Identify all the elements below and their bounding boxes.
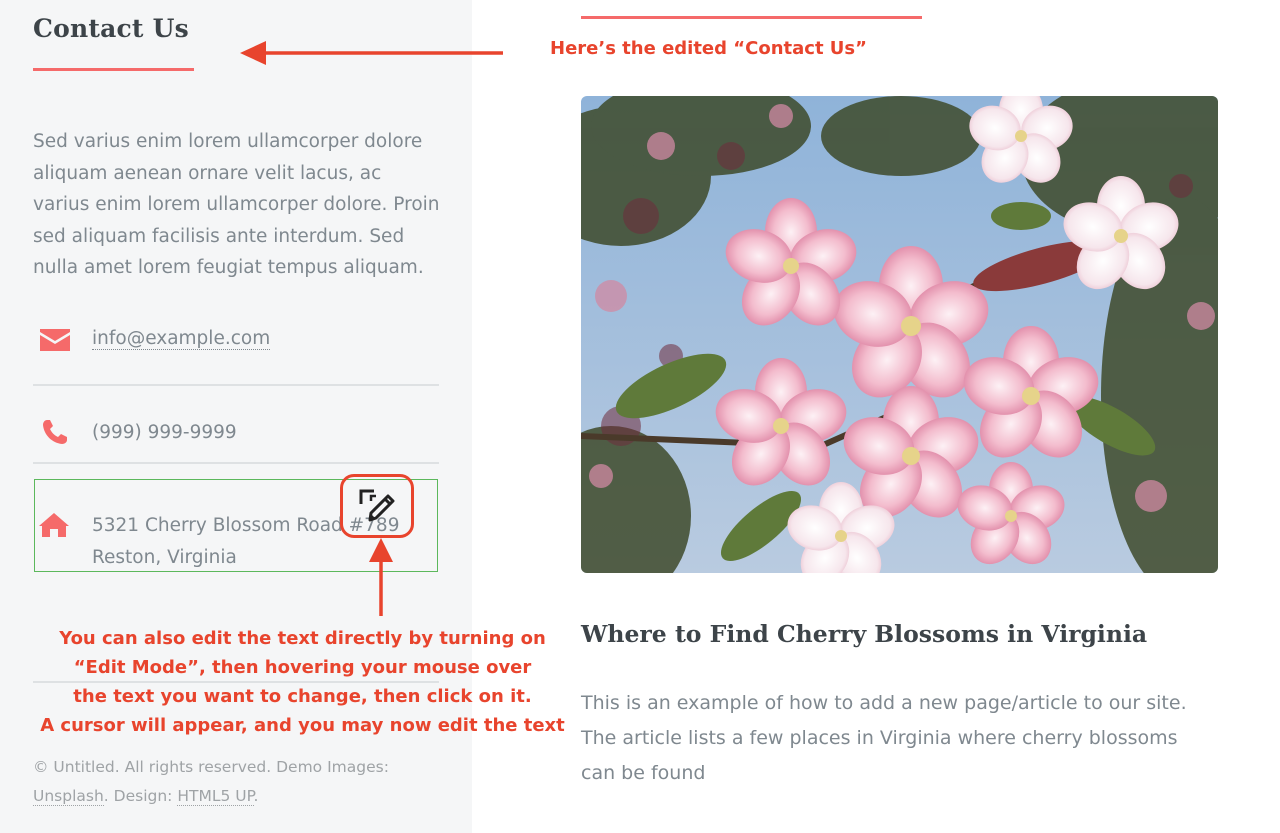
article-body: This is an example of how to add a new p…	[581, 692, 1187, 784]
article-title[interactable]: Where to Find Cherry Blossoms in Virgini…	[581, 620, 1147, 648]
annotation-line: “Edit Mode”, then hovering your mouse ov…	[73, 657, 532, 678]
annotation-top: Here’s the edited “Contact Us”	[550, 38, 867, 59]
annotation-line: A cursor will appear, and you may now ed…	[40, 715, 565, 736]
section-rule	[581, 16, 922, 19]
annotation-bottom: You can also edit the text directly by t…	[30, 624, 575, 740]
annotation-line: You can also edit the text directly by t…	[59, 628, 546, 649]
cherry-blossom-image	[581, 96, 1218, 573]
annotation-line: the text you want to change, then click …	[73, 686, 532, 707]
